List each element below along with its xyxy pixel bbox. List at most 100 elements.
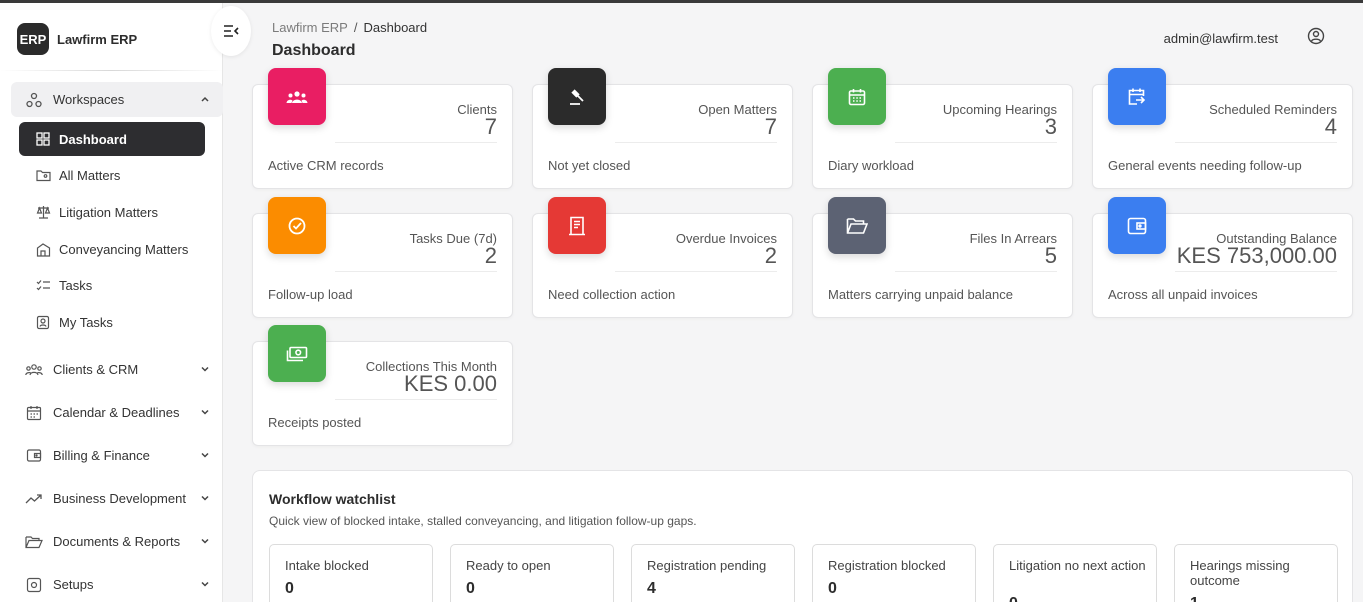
sidebar-toggle-button[interactable]	[211, 6, 251, 56]
card-divider	[895, 142, 1057, 143]
stat-card-clients[interactable]: Clients 7 Active CRM records	[252, 68, 513, 189]
card-value: 2	[764, 243, 777, 268]
user-circle-icon[interactable]	[1307, 27, 1325, 45]
brand-divider	[0, 70, 223, 71]
breadcrumb-root[interactable]: Lawfirm ERP	[272, 20, 348, 35]
card-label: Upcoming Hearings	[942, 102, 1057, 117]
check-circle-icon	[268, 197, 326, 254]
card-label: Overdue Invoices	[675, 231, 777, 246]
nav-group-billing[interactable]: Billing & Finance	[11, 438, 223, 473]
card-label: Scheduled Reminders	[1209, 102, 1337, 117]
stat-card-open-matters[interactable]: Open Matters 7 Not yet closed	[532, 68, 793, 189]
card-value: 3	[1044, 114, 1057, 139]
checklist-icon	[35, 277, 51, 293]
watch-item-registration-blocked[interactable]: Registration blocked 0	[812, 544, 976, 602]
user-badge-icon	[35, 314, 51, 330]
watch-item-intake-blocked[interactable]: Intake blocked 0	[269, 544, 433, 602]
card-footer: Follow-up load	[268, 287, 353, 302]
stat-card-collections-this-month[interactable]: Collections This Month KES 0.00 Receipts…	[252, 325, 513, 446]
workflow-watchlist: Workflow watchlist Quick view of blocked…	[252, 470, 1353, 602]
nav-group-label: Documents & Reports	[53, 534, 181, 549]
sidebar-item-all-matters[interactable]: All Matters	[19, 158, 205, 192]
stat-card-outstanding-balance[interactable]: Outstanding Balance KES 753,000.00 Acros…	[1092, 197, 1353, 318]
breadcrumb-separator: /	[353, 20, 358, 35]
menu-collapse-icon	[224, 25, 239, 37]
stat-card-scheduled-reminders[interactable]: Scheduled Reminders 4 General events nee…	[1092, 68, 1353, 189]
watch-item-label: Ready to open	[466, 558, 551, 573]
stat-card-overdue-invoices[interactable]: Overdue Invoices 2 Need collection actio…	[532, 197, 793, 318]
watch-item-value: 4	[647, 580, 656, 597]
card-divider	[335, 142, 497, 143]
sidebar-item-label: All Matters	[59, 167, 121, 183]
calendar-icon	[828, 68, 886, 125]
watch-item-registration-pending[interactable]: Registration pending 4	[631, 544, 795, 602]
stat-card-upcoming-hearings[interactable]: Upcoming Hearings 3 Diary workload	[812, 68, 1073, 189]
watch-item-value: 0	[466, 580, 475, 597]
card-value: KES 0.00	[404, 371, 497, 396]
card-value: 7	[484, 114, 497, 139]
nav-group-label: Calendar & Deadlines	[53, 405, 180, 420]
chevron-down-icon	[201, 538, 209, 544]
sidebar-item-label: Conveyancing Matters	[59, 241, 189, 257]
watch-item-litigation-no-next-action[interactable]: Litigation no next action 0	[993, 544, 1157, 602]
watch-item-ready-to-open[interactable]: Ready to open 0	[450, 544, 614, 602]
sidebar-item-label: Dashboard	[59, 131, 127, 147]
wallet-icon	[1108, 197, 1166, 254]
card-divider	[335, 399, 497, 400]
nav-group-clients-crm[interactable]: Clients & CRM	[11, 352, 223, 387]
watch-item-label: Litigation no next action	[1009, 558, 1146, 573]
watch-item-label: Registration pending	[647, 558, 767, 573]
folder-user-icon	[35, 167, 51, 183]
card-footer: Diary workload	[828, 158, 914, 173]
chevron-down-icon	[201, 452, 209, 458]
chevron-down-icon	[201, 495, 209, 501]
stat-card-tasks-due[interactable]: Tasks Due (7d) 2 Follow-up load	[252, 197, 513, 318]
watch-item-value: 0	[285, 580, 294, 597]
sidebar-item-conveyancing-matters[interactable]: Conveyancing Matters	[19, 232, 205, 266]
workspaces-icon	[25, 91, 43, 109]
card-value: 2	[484, 243, 497, 268]
nav-group-setups[interactable]: Setups	[11, 567, 223, 602]
card-value: KES 753,000.00	[1176, 243, 1337, 268]
watchlist-title: Workflow watchlist	[269, 491, 396, 507]
watch-item-label: Registration blocked	[828, 558, 946, 573]
card-divider	[335, 271, 497, 272]
nav-group-calendar[interactable]: Calendar & Deadlines	[11, 395, 223, 430]
watchlist-subtitle: Quick view of blocked intake, stalled co…	[269, 514, 697, 528]
user-email[interactable]: admin@lawfirm.test	[1164, 31, 1278, 46]
brand-name: Lawfirm ERP	[57, 31, 138, 47]
folder-open-icon	[25, 533, 43, 551]
grid-icon	[35, 131, 51, 147]
wallet-icon	[25, 447, 43, 465]
watch-item-hearings-missing-outcome[interactable]: Hearings missing outcome 1	[1174, 544, 1338, 602]
watch-item-label: Hearings missing outcome	[1190, 558, 1290, 588]
card-footer: Active CRM records	[268, 158, 384, 173]
brand[interactable]: ERP Lawfirm ERP	[17, 23, 137, 55]
calendar-icon	[25, 404, 43, 422]
nav-group-documents-reports[interactable]: Documents & Reports	[11, 524, 223, 559]
card-divider	[895, 271, 1057, 272]
nav-group-workspaces[interactable]: Workspaces	[11, 82, 223, 117]
folder-open-icon	[828, 197, 886, 254]
nav-group-label: Setups	[53, 577, 94, 592]
card-footer: Across all unpaid invoices	[1108, 287, 1258, 302]
watch-item-value: 0	[828, 580, 837, 597]
card-divider	[1175, 142, 1337, 143]
watch-item-label: Intake blocked	[285, 558, 369, 573]
card-footer: General events needing follow-up	[1108, 158, 1302, 173]
card-footer: Matters carrying unpaid balance	[828, 287, 1013, 302]
nav-group-business-development[interactable]: Business Development	[11, 481, 223, 516]
nav-group-label: Billing & Finance	[53, 448, 150, 463]
trend-icon	[25, 490, 43, 508]
chevron-down-icon	[201, 409, 209, 415]
users-icon	[268, 68, 326, 125]
sidebar-item-tasks[interactable]: Tasks	[19, 268, 205, 302]
chevron-down-icon	[201, 581, 209, 587]
sidebar-item-litigation-matters[interactable]: Litigation Matters	[19, 195, 205, 229]
stat-card-files-in-arrears[interactable]: Files In Arrears 5 Matters carrying unpa…	[812, 197, 1073, 318]
sidebar-item-label: Tasks	[59, 277, 93, 293]
gavel-icon	[548, 68, 606, 125]
scales-icon	[35, 204, 51, 220]
sidebar-item-my-tasks[interactable]: My Tasks	[19, 305, 205, 339]
sidebar-item-dashboard[interactable]: Dashboard	[19, 122, 205, 156]
